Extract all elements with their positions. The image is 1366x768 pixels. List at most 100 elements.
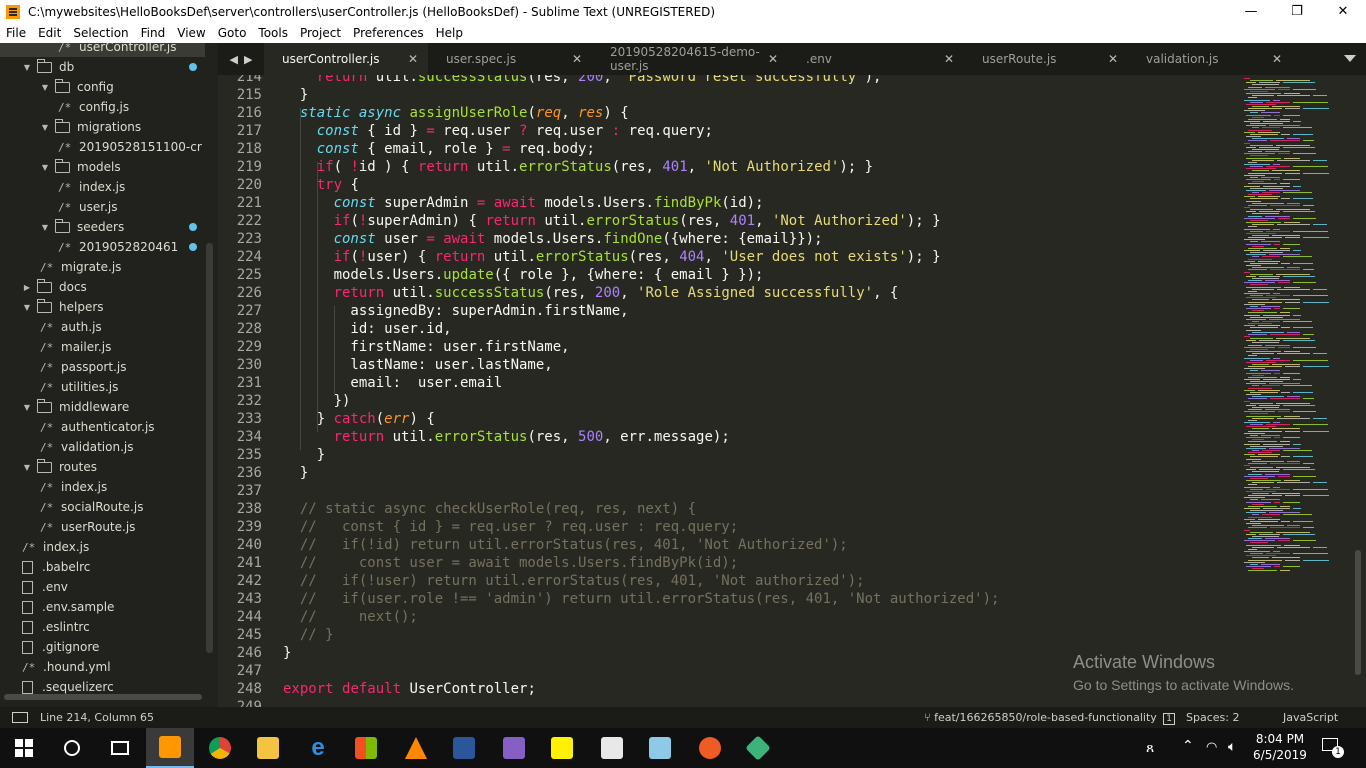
taskbar-sticky-notes[interactable] [538, 728, 586, 768]
taskbar-notepad[interactable] [636, 728, 684, 768]
sidebar-item[interactable]: /* utilities.js [0, 377, 205, 397]
code-line[interactable]: 244 // next(); [218, 608, 1238, 626]
menu-find[interactable]: Find [135, 23, 172, 43]
sidebar-item[interactable]: /* config.js [0, 97, 205, 117]
code-line[interactable]: 230 lastName: user.lastName, [218, 356, 1238, 374]
close-button[interactable]: ✕ [1320, 0, 1366, 23]
sidebar-item[interactable]: /* socialRoute.js [0, 497, 205, 517]
minimap[interactable] [1238, 75, 1366, 707]
menu-goto[interactable]: Goto [212, 23, 253, 43]
sidebar-item[interactable]: .env.sample [0, 597, 205, 617]
sidebar-item[interactable]: ▼ helpers [0, 297, 205, 317]
menu-tools[interactable]: Tools [252, 23, 294, 43]
code-line[interactable]: 215 } [218, 86, 1238, 104]
taskbar-edge[interactable]: e [294, 728, 342, 768]
chevron-down-icon[interactable]: ▼ [40, 222, 50, 232]
sidebar-item[interactable]: /* user.js [0, 197, 205, 217]
chevron-down-icon[interactable]: ▼ [22, 302, 32, 312]
sidebar-item[interactable]: ▼ migrations [0, 117, 205, 137]
sidebar-item[interactable]: .eslintrc [0, 617, 205, 637]
search-button[interactable] [48, 728, 96, 768]
tab-prev-icon[interactable]: ◀ [230, 53, 238, 66]
panel-toggle-icon[interactable] [12, 712, 28, 723]
sidebar-item[interactable]: ▼ models [0, 157, 205, 177]
code-line[interactable]: 232 }) [218, 392, 1238, 410]
code-line[interactable]: 237 [218, 482, 1238, 500]
taskbar-postman[interactable] [686, 728, 734, 768]
code-editor[interactable]: 214 return util.successStatus(res, 200, … [218, 75, 1238, 707]
menu-help[interactable]: Help [430, 23, 469, 43]
tab-user-spec-js[interactable]: user.spec.js ✕ [428, 43, 592, 75]
code-line[interactable]: 222 if(!superAdmin) { return util.errorS… [218, 212, 1238, 230]
code-line[interactable]: 240 // if(!id) return util.errorStatus(r… [218, 536, 1238, 554]
sidebar-item[interactable]: /* .hound.yml [0, 657, 205, 677]
code-line[interactable]: 245 // } [218, 626, 1238, 644]
minimize-button[interactable]: — [1228, 0, 1274, 23]
sidebar-item[interactable]: ▼ config [0, 77, 205, 97]
code-line[interactable]: 234 return util.errorStatus(res, 500, er… [218, 428, 1238, 446]
tab-menu-icon[interactable] [1344, 55, 1356, 62]
code-line[interactable]: 238 // static async checkUserRole(req, r… [218, 500, 1238, 518]
syntax-selector[interactable]: JavaScript [1283, 711, 1338, 724]
chevron-right-icon[interactable]: ▶ [22, 282, 32, 292]
code-line[interactable]: 217 const { id } = req.user ? req.user :… [218, 122, 1238, 140]
taskbar-chrome[interactable] [196, 728, 244, 768]
sidebar-item[interactable]: /* index.js [0, 177, 205, 197]
menu-preferences[interactable]: Preferences [347, 23, 430, 43]
task-view-button[interactable] [96, 728, 144, 768]
sidebar-item[interactable]: /* index.js [0, 537, 205, 557]
code-line[interactable]: 228 id: user.id, [218, 320, 1238, 338]
code-line[interactable]: 221 const superAdmin = await models.User… [218, 194, 1238, 212]
menu-view[interactable]: View [171, 23, 211, 43]
wifi-icon[interactable]: ◠ [1206, 740, 1217, 755]
sidebar-item[interactable]: /* passport.js [0, 357, 205, 377]
code-line[interactable]: 214 return util.successStatus(res, 200, … [218, 75, 1238, 86]
start-button[interactable] [0, 728, 48, 768]
code-line[interactable]: 231 email: user.email [218, 374, 1238, 392]
cursor-position[interactable]: Line 214, Column 65 [40, 711, 154, 724]
taskbar-file-explorer[interactable] [244, 728, 292, 768]
people-icon[interactable]: ጸ [1146, 740, 1154, 756]
code-line[interactable]: 220 try { [218, 176, 1238, 194]
sidebar-item[interactable]: ▼ middleware [0, 397, 205, 417]
taskbar-store[interactable] [342, 728, 390, 768]
sidebar-item[interactable]: ▶ docs [0, 277, 205, 297]
code-line[interactable]: 243 // if(user.role !== 'admin') return … [218, 590, 1238, 608]
tab-userroute-js[interactable]: userRoute.js ✕ [964, 43, 1128, 75]
code-line[interactable]: 242 // if(!user) return util.errorStatus… [218, 572, 1238, 590]
code-line[interactable]: 225 models.Users.update({ role }, {where… [218, 266, 1238, 284]
taskbar-word[interactable] [440, 728, 488, 768]
close-tab-icon[interactable]: ✕ [944, 52, 954, 66]
code-line[interactable]: 229 firstName: user.firstName, [218, 338, 1238, 356]
menu-project[interactable]: Project [294, 23, 347, 43]
sidebar-item[interactable]: ▼ db [0, 57, 205, 77]
menu-edit[interactable]: Edit [32, 23, 67, 43]
sidebar-item[interactable]: /* migrate.js [0, 257, 205, 277]
sidebar-item[interactable]: .gitignore [0, 637, 205, 657]
code-line[interactable]: 249 [218, 698, 1238, 707]
menu-file[interactable]: File [0, 23, 32, 43]
sidebar-item[interactable]: /* authenticator.js [0, 417, 205, 437]
sidebar-item[interactable]: ▼ seeders [0, 217, 205, 237]
code-line[interactable]: 223 const user = await models.Users.find… [218, 230, 1238, 248]
taskbar-sublime-text[interactable] [146, 728, 194, 768]
sidebar-item[interactable]: /* userRoute.js [0, 517, 205, 537]
chevron-down-icon[interactable]: ▼ [40, 122, 50, 132]
chevron-down-icon[interactable]: ▼ [22, 62, 32, 72]
close-tab-icon[interactable]: ✕ [768, 52, 778, 66]
tab-usercontroller-js[interactable]: userController.js ✕ [264, 43, 428, 75]
code-line[interactable]: 239 // const { id } = req.user ? req.use… [218, 518, 1238, 536]
close-tab-icon[interactable]: ✕ [408, 52, 418, 66]
sidebar-item[interactable]: /* userController.js [0, 43, 205, 57]
sidebar-item[interactable]: .env [0, 577, 205, 597]
close-tab-icon[interactable]: ✕ [1108, 52, 1118, 66]
taskbar-vlc[interactable] [392, 728, 440, 768]
close-tab-icon[interactable]: ✕ [1272, 52, 1282, 66]
chevron-down-icon[interactable]: ▼ [40, 82, 50, 92]
code-line[interactable]: 219 if( !id ) { return util.errorStatus(… [218, 158, 1238, 176]
sidebar-item[interactable]: /* 20190528151100-cr [0, 137, 205, 157]
code-line[interactable]: 218 const { email, role } = req.body; [218, 140, 1238, 158]
git-branch[interactable]: ⑂ feat/166265850/role-based-functionalit… [924, 711, 1176, 725]
chevron-up-icon[interactable]: ⌃ [1182, 738, 1194, 754]
tab-validation-js[interactable]: validation.js ✕ [1128, 43, 1292, 75]
